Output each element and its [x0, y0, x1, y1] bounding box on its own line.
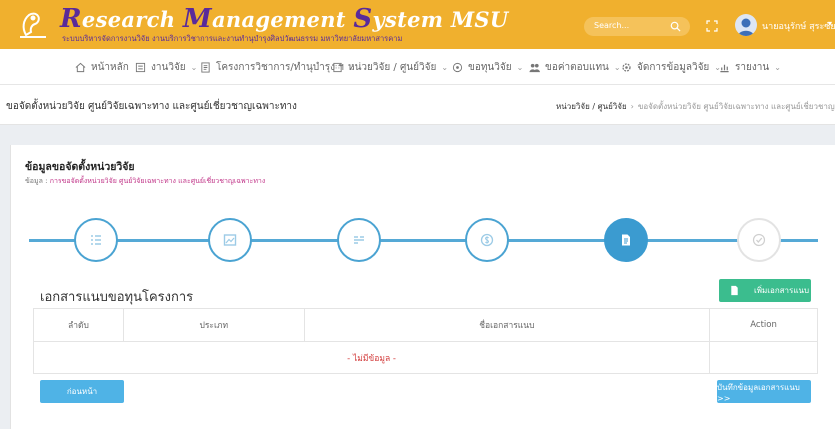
- nav-item-label: โครงการวิชาการ/ทำนุบำรุง ฯ: [216, 61, 344, 73]
- coin-icon: [452, 62, 463, 72]
- column-header[interactable]: ลำดับ: [33, 308, 124, 342]
- dollar-icon: [480, 233, 494, 247]
- add-attachment-button[interactable]: เพิ่มเอกสารแนบ: [719, 279, 811, 302]
- nav-item-manage-research-data[interactable]: จัดการข้อมูลวิจัย ⌄: [621, 49, 721, 85]
- check-icon: [752, 233, 766, 247]
- list-icon: [135, 62, 146, 72]
- msu-logo-icon[interactable]: [16, 8, 50, 42]
- brand-word: esearch: [81, 7, 183, 32]
- image-icon: [223, 234, 237, 246]
- column-header[interactable]: ชื่อเอกสารแนบ: [303, 308, 711, 342]
- file-icon: [622, 234, 630, 246]
- save-attachments-button[interactable]: บันทึกข้อมูลเอกสารแนบ >>: [717, 380, 811, 403]
- user-avatar-icon: [738, 18, 754, 36]
- brand-letter: R: [60, 4, 82, 34]
- nav-item-label: งานวิจัย: [151, 61, 186, 73]
- user-name[interactable]: นายอนุรักษ์ สุระซัยดี: [762, 19, 835, 33]
- chevron-down-icon: ⌄: [613, 62, 621, 72]
- search-placeholder: Search...: [594, 21, 630, 30]
- nav-item-label: ขอค่าตอบแทน: [545, 61, 609, 73]
- nav-item-compensation[interactable]: ขอค่าตอบแทน ⌄: [529, 49, 621, 85]
- users-icon: [529, 63, 540, 72]
- gear-icon: [622, 62, 631, 72]
- avatar[interactable]: [735, 14, 757, 36]
- nav-item-label: หน่วยวิจัย / ศูนย์วิจัย: [348, 61, 437, 73]
- brand-subtitle: ระบบบริหารจัดการงานวิจัย งานบริการวิชากา…: [62, 34, 403, 43]
- list-icon: [91, 235, 101, 245]
- breadcrumb-separator: ›: [630, 102, 634, 111]
- section-title: เอกสารแนบขอทุนโครงการ: [40, 290, 194, 305]
- breadcrumb-current: ขอจัดตั้งหน่วยวิจัย ศูนย์วิจัยเฉพาะทาง แ…: [637, 102, 835, 111]
- app-frame: Research Management System MSU ระบบบริหา…: [0, 0, 835, 429]
- file-icon: [731, 285, 738, 296]
- step-1[interactable]: [74, 218, 118, 262]
- back-button[interactable]: ก่อนหน้า: [40, 380, 124, 403]
- breadcrumb-bar: ขอจัดตั้งหน่วยวิจัย ศูนย์วิจัยเฉพาะทาง แ…: [0, 85, 835, 125]
- brand-letter: S: [353, 4, 373, 34]
- chevron-down-icon: ⌄: [774, 62, 781, 72]
- brand-word: anagement: [212, 7, 354, 32]
- main-nav: หน้าหลัก งานวิจัย ⌄ โครงการวิชาการ/ทำนุบำ…: [0, 49, 835, 85]
- nav-item-label: หน้าหลัก: [91, 61, 129, 73]
- empty-state-text: - ไม่มีข้อมูล -: [32, 341, 711, 374]
- chevron-down-icon: ⌄: [516, 62, 524, 72]
- list-alt-icon: [354, 236, 364, 244]
- table-row: - ไม่มีข้อมูล -: [32, 341, 818, 374]
- step-3[interactable]: [337, 218, 381, 262]
- fullscreen-icon[interactable]: [706, 20, 718, 32]
- step-2[interactable]: [208, 218, 252, 262]
- nav-item-research-funding[interactable]: ขอทุนวิจัย ⌄: [452, 49, 523, 85]
- nav-item-home[interactable]: หน้าหลัก: [75, 49, 129, 85]
- report-icon: [720, 64, 729, 72]
- card-subtitle: ข้อมูล : การขอจัดตั้งหน่วยวิจัย ศูนย์วิจ…: [25, 176, 265, 187]
- top-header: Research Management System MSU ระบบบริหา…: [0, 0, 835, 49]
- form-card: ข้อมูลขอจัดตั้งหน่วยวิจัย ข้อมูล : การขอ…: [10, 145, 835, 429]
- chevron-down-icon[interactable]: ▾: [828, 19, 832, 28]
- column-header[interactable]: Action: [709, 308, 818, 342]
- brand-title[interactable]: Research Management System MSU: [60, 4, 509, 34]
- breadcrumb: หน่วยวิจัย / ศูนย์วิจัย › ขอจัดตั้งหน่วยวิ…: [556, 100, 835, 113]
- card-subtitle-label: ข้อมูล :: [25, 177, 50, 185]
- nav-item-research-units[interactable]: หน่วยวิจัย / ศูนย์วิจัย ⌄: [332, 49, 448, 85]
- brand-letter: M: [182, 4, 212, 34]
- search-icon: [670, 21, 681, 32]
- card-title: ข้อมูลขอจัดตั้งหน่วยวิจัย: [25, 161, 135, 173]
- stepper-line: [29, 239, 818, 242]
- home-icon: [75, 62, 86, 72]
- step-4[interactable]: [465, 218, 509, 262]
- chevron-down-icon: ⌄: [441, 62, 449, 72]
- nav-item-label: จัดการข้อมูลวิจัย: [637, 61, 710, 73]
- page-title: ขอจัดตั้งหน่วยวิจัย ศูนย์วิจัยเฉพาะทาง แ…: [6, 101, 297, 112]
- building-icon: [333, 62, 342, 72]
- attachments-table: ลำดับ ประเภท ชื่อเอกสารแนบ Action - ไม่ม…: [32, 308, 818, 374]
- chevron-down-icon: ⌄: [190, 62, 198, 72]
- brand-word: ystem MSU: [372, 7, 509, 32]
- nav-item-label: รายงาน: [735, 61, 770, 73]
- card-subtitle-value: การขอจัดตั้งหน่วยวิจัย ศูนย์วิจัยเฉพาะทา…: [49, 177, 266, 185]
- nav-item-reports[interactable]: รายงาน ⌄: [719, 49, 781, 85]
- add-attachment-label: เพิ่มเอกสารแนบ: [754, 286, 810, 295]
- doc-icon: [201, 61, 210, 73]
- nav-item-label: ขอทุนวิจัย: [468, 61, 512, 73]
- column-header[interactable]: ประเภท: [122, 308, 305, 342]
- table-cell: [709, 341, 818, 374]
- step-6[interactable]: [737, 218, 781, 262]
- step-5-active[interactable]: [604, 218, 648, 262]
- table-header-row: ลำดับ ประเภท ชื่อเอกสารแนบ Action: [33, 308, 818, 342]
- breadcrumb-link[interactable]: หน่วยวิจัย / ศูนย์วิจัย: [556, 102, 627, 111]
- search-input[interactable]: Search...: [584, 17, 690, 36]
- nav-item-research[interactable]: งานวิจัย ⌄: [135, 49, 197, 85]
